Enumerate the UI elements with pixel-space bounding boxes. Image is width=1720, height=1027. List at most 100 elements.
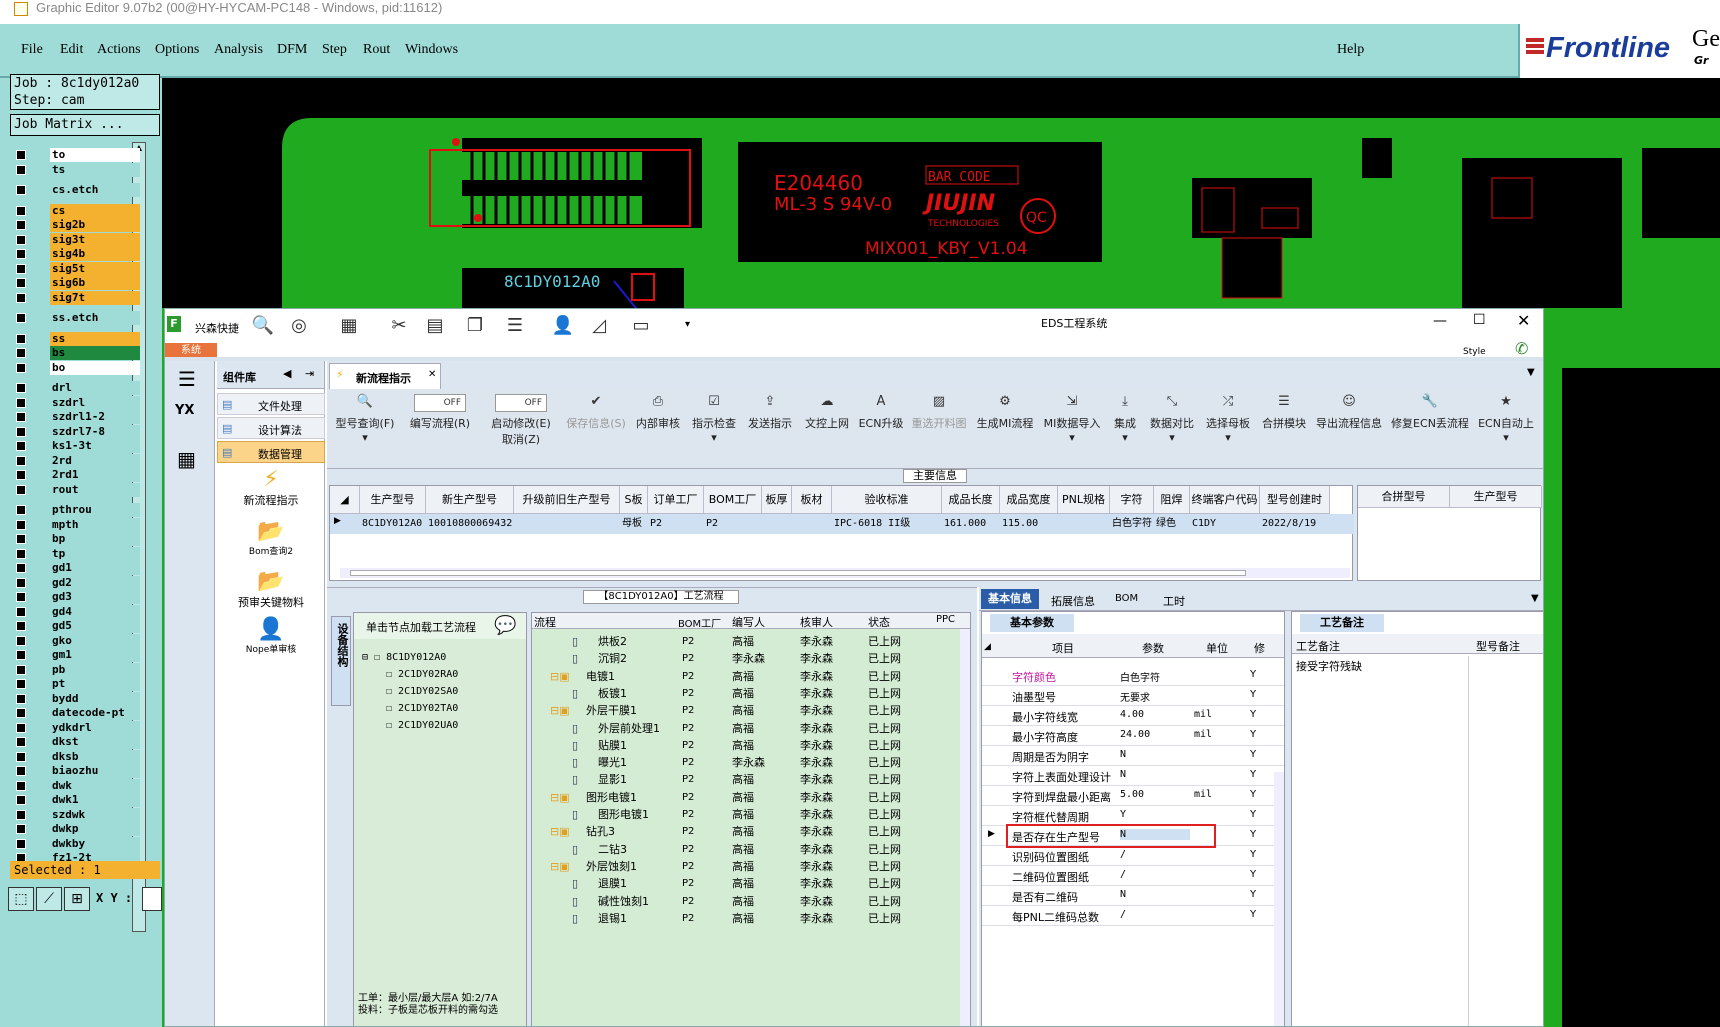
layer-checkbox[interactable] [16, 412, 26, 422]
layer-checkbox[interactable] [16, 333, 26, 344]
prop-value[interactable]: / [1120, 849, 1126, 860]
grid-header[interactable]: 验收标准 [832, 486, 942, 514]
layer-checkbox[interactable] [16, 234, 26, 245]
tab-basic-info[interactable]: 基本信息 [981, 589, 1039, 609]
flow-row[interactable]: ▯ 贴膜1 P2 高福 李永森 已上网 [532, 737, 960, 754]
layer-row[interactable]: cs [12, 203, 140, 218]
layer-checkbox[interactable] [16, 693, 26, 704]
layer-row[interactable]: gd3 [12, 590, 140, 604]
flow-row[interactable]: ▯ 退膜1 P2 高福 李永森 已上网 [532, 875, 960, 892]
btn-check-instr[interactable]: ☑ 指示检查 ▾ [687, 389, 741, 469]
btn-fix-ecn[interactable]: 🔧 修复ECN丢流程 [1387, 389, 1473, 469]
search-icon[interactable]: 🔍 [251, 315, 275, 337]
layer-checkbox[interactable] [16, 621, 26, 631]
flow-row[interactable]: ▯ 曝光1 P2 李永森 李永森 已上网 [532, 754, 960, 771]
layer-row[interactable]: dkst [12, 735, 140, 749]
layer-row[interactable]: szdrl1-2 [12, 410, 140, 424]
layer-row[interactable]: datecode-pt [12, 706, 140, 720]
flow-row[interactable]: ▯ 烘板2 P2 高福 李永森 已上网 [532, 633, 960, 650]
grid-cell[interactable]: 白色字符 [1112, 515, 1154, 533]
phone-icon[interactable]: ✆ [1515, 339, 1528, 358]
grid-cell[interactable] [764, 515, 792, 533]
measure-tool-icon[interactable]: ⟋ [36, 887, 62, 911]
close-icon[interactable]: ✕ [1517, 311, 1530, 330]
btn-compare[interactable]: ⤡ 数据对比 ▾ [1145, 389, 1199, 469]
grid-cell[interactable] [794, 515, 832, 533]
layer-checkbox[interactable] [16, 362, 26, 373]
layer-row[interactable]: cs.etch [12, 183, 140, 197]
layer-checkbox[interactable] [16, 534, 26, 544]
tab-extended-info[interactable]: 拓展信息 [1051, 593, 1095, 609]
grid-cell[interactable] [516, 515, 620, 533]
grid-tool-icon[interactable]: ⊞ [64, 887, 90, 911]
layer-checkbox[interactable] [16, 249, 26, 259]
flow-row[interactable]: ⊟▣ 图形电镀1 P2 高福 李永森 已上网 [532, 789, 960, 806]
flow-row[interactable]: ▯ 板镀1 P2 高福 李永森 已上网 [532, 685, 960, 702]
window-icon[interactable]: ▭ [629, 315, 653, 337]
btn-write-flow[interactable]: OFF 编写流程(R) [403, 389, 477, 469]
xy-input[interactable] [142, 887, 162, 911]
layer-row[interactable]: bydd [12, 691, 140, 706]
grid-header[interactable]: 成品长度 [942, 486, 1000, 514]
layer-row[interactable]: gm1 [12, 648, 140, 662]
prop-value[interactable]: / [1120, 869, 1126, 880]
remark-text[interactable]: 接受字符残缺 [1296, 658, 1362, 674]
chart-icon[interactable]: ◿ [587, 315, 611, 337]
grid-header[interactable]: 订单工厂 [648, 486, 704, 514]
layer-row[interactable]: szdwk [12, 807, 140, 822]
copy-icon[interactable]: ❐ [463, 315, 487, 337]
layer-row[interactable]: 2rd [12, 453, 140, 468]
layer-checkbox[interactable] [16, 592, 26, 602]
grid-header[interactable]: 新生产型号 [426, 486, 514, 514]
layer-checkbox[interactable] [16, 664, 26, 675]
flow-row[interactable]: ▯ 退锡1 P2 高福 李永森 已上网 [532, 910, 960, 927]
flow-row[interactable]: ⊟▣ 电镀1 P2 高福 李永森 已上网 [532, 668, 960, 685]
grid-header[interactable]: PNL规格 [1058, 486, 1110, 514]
tree-node[interactable]: ☐ 2C1DY02TA0 [362, 700, 458, 717]
collapse-left-icon[interactable]: ◀ [283, 367, 291, 380]
tool-bom-query[interactable]: 📂 Bom查询2 [217, 519, 325, 565]
btn-publish[interactable]: ☁ 文控上网 [799, 389, 855, 469]
layer-row[interactable]: ss [12, 331, 140, 346]
layer-checkbox[interactable] [16, 708, 26, 718]
prop-row[interactable]: 识别码位置图纸 / Y [982, 846, 1284, 866]
flow-row[interactable]: ⊟▣ 外层干膜1 P2 高福 李永森 已上网 [532, 702, 960, 719]
grid-header[interactable]: 升级前旧生产型号 [514, 486, 620, 514]
btn-ecn-auto[interactable]: ★ ECN自动上 ▾ [1475, 389, 1537, 469]
grid-header[interactable]: 型号创建时 [1260, 486, 1330, 514]
layer-checkbox[interactable] [16, 426, 26, 437]
layer-row[interactable]: 2rd1 [12, 468, 140, 482]
layer-checkbox[interactable] [16, 722, 26, 733]
side-menu-data[interactable]: ▤ 数据管理 [217, 441, 325, 463]
layer-checkbox[interactable] [16, 795, 26, 805]
flow-row[interactable]: ⊟▣ 外层蚀刻1 P2 高福 李永森 已上网 [532, 858, 960, 875]
maximize-icon[interactable]: ☐ [1473, 312, 1486, 328]
grid-cell[interactable]: 161.000 [944, 515, 1000, 533]
layer-checkbox[interactable] [16, 824, 26, 834]
layer-checkbox[interactable] [16, 505, 26, 515]
btn-start-modify[interactable]: OFF 启动修改(E) 取消(Z) [481, 389, 561, 469]
lifebuoy-icon[interactable]: ◎ [287, 315, 311, 337]
tab-close-icon[interactable]: ✕ [428, 369, 436, 380]
btn-integrate[interactable]: ⤓ 集成 ▾ [1107, 389, 1143, 469]
grid-cell[interactable]: IPC-6018 II级 [834, 515, 942, 533]
tab-hours[interactable]: 工时 [1163, 593, 1185, 609]
film-icon[interactable]: ▤ [423, 315, 447, 337]
layer-checkbox[interactable] [16, 838, 26, 849]
layer-row[interactable]: dwk1 [12, 793, 140, 807]
layer-checkbox[interactable] [16, 292, 26, 303]
layer-row[interactable]: to [12, 148, 140, 162]
prop-dropdown-icon[interactable]: ▼ [1531, 593, 1539, 604]
device-structure-tab[interactable]: 设备结构 [331, 616, 351, 706]
calculator-icon[interactable]: ▦ [177, 447, 196, 471]
layer-row[interactable]: gd2 [12, 575, 140, 590]
hamburger-icon[interactable]: ☰ [178, 367, 196, 391]
grid-header[interactable]: BOM工厂 [704, 486, 762, 514]
menu-dfm[interactable]: DFM [277, 42, 307, 58]
layer-checkbox[interactable] [16, 441, 26, 451]
layer-checkbox[interactable] [16, 548, 26, 559]
prop-row[interactable]: 字符到焊盘最小距离 5.00 mil Y [982, 786, 1284, 806]
grid-cell[interactable] [1060, 515, 1110, 533]
layer-row[interactable]: gd1 [12, 561, 140, 575]
menu-windows[interactable]: Windows [405, 42, 458, 58]
